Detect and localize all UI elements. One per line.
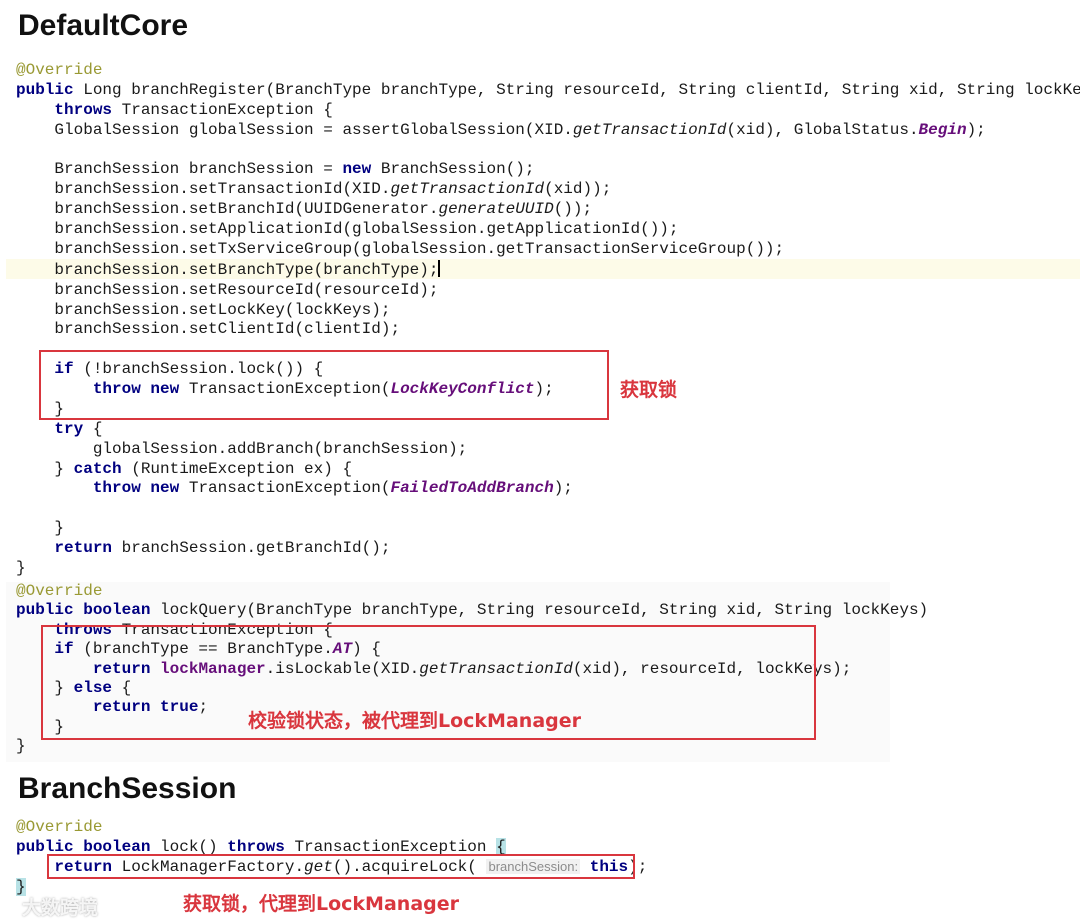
watermark: 大数跨境 [22, 897, 99, 919]
annotation-acquire-lock: 获取锁 [620, 379, 678, 401]
annotation-acquire-lock-proxy: 获取锁，代理到LockManager [183, 893, 459, 915]
section-title-defaultcore: DefaultCore [18, 9, 189, 42]
section-title-branchsession: BranchSession [18, 772, 237, 805]
code-branch-register: @Override public Long branchRegister(Bra… [16, 61, 1080, 577]
highlight-box-acquire-lock [47, 854, 635, 879]
highlight-box-lock-check [39, 350, 609, 420]
annotation-check-lock-status: 校验锁状态，被代理到LockManager [248, 710, 581, 732]
